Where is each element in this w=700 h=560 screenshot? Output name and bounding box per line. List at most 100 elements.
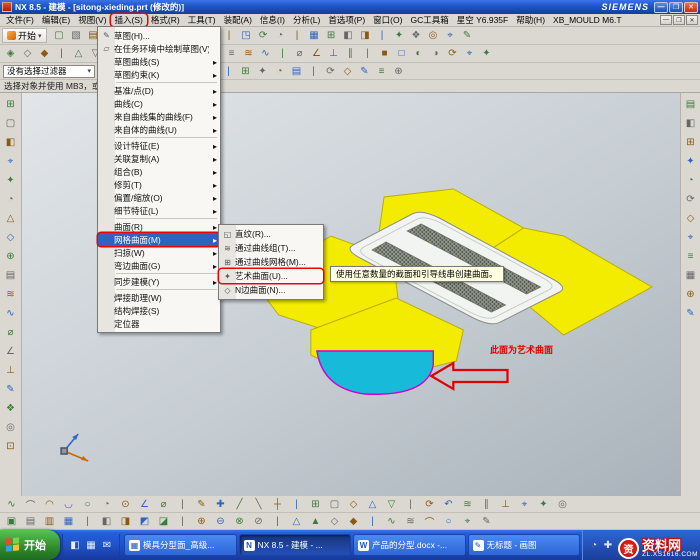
submenu-item[interactable]: ⊞ 通过曲线网格(M)... — [219, 255, 323, 269]
toolbar-icon[interactable]: ◪ — [154, 514, 173, 529]
toolbar-icon[interactable]: | — [363, 514, 382, 529]
toolbar-icon[interactable]: | — [173, 497, 192, 512]
toolbar-icon[interactable]: ∠ — [308, 46, 325, 61]
toolbar-icon[interactable]: ◇ — [682, 209, 700, 228]
toolbar-icon[interactable]: ✎ — [192, 497, 211, 512]
menubar-item[interactable]: 信息(I) — [256, 14, 289, 26]
insert-menu-item[interactable]: 来自体的曲线(U) — [98, 123, 220, 136]
toolbar-icon[interactable]: ○ — [78, 497, 97, 512]
toolbar-icon[interactable]: ○ — [439, 514, 458, 529]
toolbar-icon[interactable]: ◩ — [135, 514, 154, 529]
toolbar-icon[interactable]: ⊥ — [325, 46, 342, 61]
toolbar-icon[interactable]: ❖ — [408, 28, 425, 43]
toolbar-icon[interactable]: ◇ — [2, 228, 20, 247]
selection-bar-icon[interactable]: ⊕ — [390, 64, 407, 79]
toolbar-icon[interactable]: | — [374, 28, 391, 43]
menubar-item[interactable]: 文件(F) — [2, 14, 38, 26]
menubar-item[interactable]: 视图(V) — [74, 14, 110, 26]
toolbar-icon[interactable]: ■ — [376, 46, 393, 61]
toolbar-icon[interactable]: ✎ — [682, 304, 700, 323]
toolbar-icon[interactable]: ≡ — [223, 46, 240, 61]
toolbar-icon[interactable]: ≡ — [682, 247, 700, 266]
toolbar-icon[interactable]: ⌀ — [2, 323, 20, 342]
toolbar-icon[interactable]: ≋ — [240, 46, 257, 61]
quick-launch-icon[interactable]: ✉ — [99, 538, 115, 553]
toolbar-icon[interactable]: ⊙ — [116, 497, 135, 512]
toolbar-icon[interactable]: ◆ — [344, 514, 363, 529]
toolbar-icon[interactable]: ◑ — [427, 46, 444, 61]
toolbar-icon[interactable]: ⌀ — [154, 497, 173, 512]
submenu-item[interactable]: ✦ 艺术曲面(U)... — [219, 269, 323, 283]
toolbar-icon[interactable]: ⌖ — [442, 28, 459, 43]
menubar-item[interactable]: XB_MOULD M6.T — [549, 14, 626, 26]
toolbar-icon[interactable]: ✦ — [391, 28, 408, 43]
toolbar-icon[interactable]: ✚ — [211, 497, 230, 512]
toolbar-icon[interactable]: ⌖ — [2, 152, 20, 171]
toolbar-icon[interactable]: ≋ — [401, 514, 420, 529]
toolbar-icon[interactable]: | — [268, 514, 287, 529]
insert-menu-item[interactable]: 关联复制(A) — [98, 152, 220, 165]
selection-bar-icon[interactable]: ⊞ — [237, 64, 254, 79]
selection-bar-icon[interactable]: | — [220, 64, 237, 79]
toolbar-icon[interactable]: ⌒ — [21, 497, 40, 512]
toolbar-icon[interactable]: ◔ — [682, 171, 700, 190]
toolbar-icon[interactable]: ◎ — [2, 418, 20, 437]
menubar-item[interactable]: 装配(A) — [220, 14, 256, 26]
toolbar-icon[interactable]: ⊞ — [306, 497, 325, 512]
toolbar-icon[interactable]: ▢ — [325, 497, 344, 512]
toolbar-icon[interactable]: ╲ — [249, 497, 268, 512]
toolbar-icon[interactable]: ◇ — [325, 514, 344, 529]
toolbar-icon[interactable]: ⟳ — [255, 28, 272, 43]
toolbar-icon[interactable]: | — [274, 46, 291, 61]
toolbar-icon[interactable]: ⟳ — [682, 190, 700, 209]
toolbar-icon[interactable]: ⊡ — [2, 437, 20, 456]
tray-icon[interactable]: ✚ — [601, 538, 615, 553]
toolbar-icon[interactable]: ∥ — [477, 497, 496, 512]
menubar-item[interactable]: 插入(S) — [111, 14, 147, 26]
insert-menu-item[interactable]: 焊接助理(W) — [98, 291, 220, 304]
toolbar-icon[interactable]: ◔ — [272, 28, 289, 43]
insert-menu-item[interactable]: 草图曲线(S) — [98, 55, 220, 68]
toolbar-icon[interactable]: ⌖ — [458, 514, 477, 529]
selection-bar-icon[interactable]: ◇ — [339, 64, 356, 79]
toolbar-icon[interactable]: ≋ — [458, 497, 477, 512]
toolbar-icon[interactable]: ⌖ — [682, 228, 700, 247]
task-button[interactable]: ▦ 模具分型面_高级... — [124, 534, 237, 556]
selection-bar-icon[interactable]: ▤ — [288, 64, 305, 79]
toolbar-icon[interactable]: ◠ — [40, 497, 59, 512]
toolbar-icon[interactable]: ▣ — [2, 514, 21, 529]
toolbar-icon[interactable]: ◇ — [19, 46, 36, 61]
nx-start-menu-button[interactable]: 开始 — [2, 28, 47, 43]
toolbar-icon[interactable]: | — [173, 514, 192, 529]
toolbar-icon[interactable]: ▤ — [682, 95, 700, 114]
insert-menu-item[interactable]: 曲线(C) — [98, 97, 220, 110]
toolbar-icon[interactable]: ▢ — [2, 114, 20, 133]
toolbar-icon[interactable]: ∿ — [2, 497, 21, 512]
toolbar-icon[interactable]: △ — [363, 497, 382, 512]
toolbar-icon[interactable]: ┼ — [268, 497, 287, 512]
toolbar-icon[interactable]: ⟳ — [420, 497, 439, 512]
toolbar-icon[interactable]: △ — [2, 209, 20, 228]
task-button[interactable]: N NX 8.5 - 建模 - ... — [239, 534, 352, 556]
toolbar-icon[interactable]: ◧ — [2, 133, 20, 152]
minimize-button[interactable] — [654, 2, 668, 13]
toolbar-icon[interactable]: ⊞ — [323, 28, 340, 43]
toolbar-icon[interactable]: ▢ — [51, 28, 68, 43]
toolbar-icon[interactable]: ⊥ — [496, 497, 515, 512]
toolbar-icon[interactable]: ✦ — [534, 497, 553, 512]
toolbar-icon[interactable]: | — [289, 28, 306, 43]
toolbar-icon[interactable]: ✎ — [459, 28, 476, 43]
selection-bar-icon[interactable]: ✎ — [356, 64, 373, 79]
selection-bar-icon[interactable]: ◔ — [271, 64, 288, 79]
toolbar-icon[interactable]: ✦ — [478, 46, 495, 61]
menubar-item[interactable]: 帮助(H) — [512, 14, 549, 26]
insert-menu-item[interactable] — [116, 218, 217, 219]
toolbar-icon[interactable]: | — [78, 514, 97, 529]
menubar-item[interactable]: 首选项(P) — [324, 14, 369, 26]
view-triad[interactable] — [61, 434, 88, 461]
toolbar-icon[interactable]: ◎ — [425, 28, 442, 43]
toolbar-icon[interactable]: ▦ — [306, 28, 323, 43]
toolbar-icon[interactable]: ⊘ — [249, 514, 268, 529]
toolbar-icon[interactable]: ◨ — [357, 28, 374, 43]
art-surface[interactable] — [317, 351, 433, 394]
